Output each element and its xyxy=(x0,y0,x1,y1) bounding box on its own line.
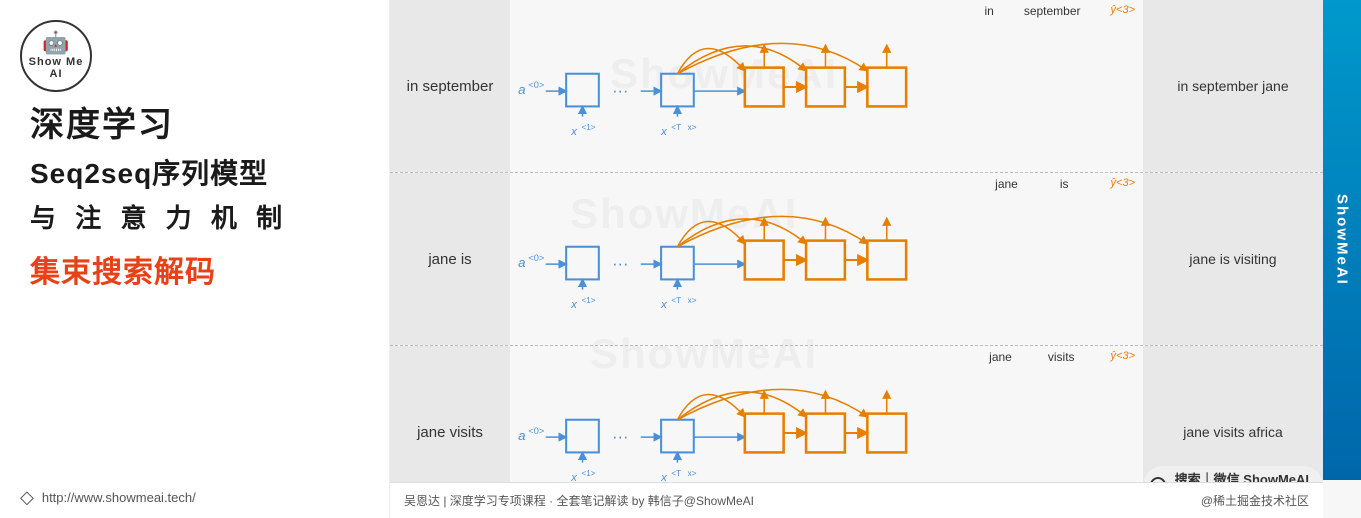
bottom-caption: 吴恩达 | 深度学习专项课程 · 全套笔记解读 by 韩信子@ShowMeAI xyxy=(404,492,754,509)
row2-svg: a <0> x <1> ··· x <T x> xyxy=(510,173,1143,345)
row1-output-label: in september jane xyxy=(1143,0,1323,172)
diagram-area: in september ŷ<3> in september a <0> xyxy=(390,0,1323,518)
svg-text:<0>: <0> xyxy=(528,253,544,263)
row1-top-labels: in september ŷ<3> xyxy=(984,4,1135,18)
row1-svg: a <0> x <1> ··· xyxy=(510,0,1143,172)
svg-text:x: x xyxy=(660,299,667,311)
logo-circle: 🤖 Show Me AI xyxy=(20,20,92,92)
svg-text:<0>: <0> xyxy=(528,426,544,436)
svg-text:···: ··· xyxy=(612,428,628,446)
bottom-right-text: @稀土掘金技术社区 xyxy=(1201,492,1309,509)
svg-text:<0>: <0> xyxy=(528,80,544,90)
row2-input-text: jane is xyxy=(428,251,471,268)
title-sub2: 与 注 意 力 机 制 xyxy=(30,198,288,235)
svg-text:<1>: <1> xyxy=(581,469,595,478)
svg-text:···: ··· xyxy=(612,255,628,273)
row1-word1: in xyxy=(984,4,993,18)
svg-text:<1>: <1> xyxy=(581,123,595,132)
row1-input-label: in september xyxy=(390,0,510,172)
logo-label: Show Me AI xyxy=(22,56,90,80)
bottom-bar: 吴恩达 | 深度学习专项课程 · 全套笔记解读 by 韩信子@ShowMeAI … xyxy=(390,482,1323,518)
svg-text:x: x xyxy=(570,126,577,138)
title-block: 深度学习 Seq2seq序列模型 与 注 意 力 机 制 集束搜索解码 xyxy=(20,97,369,291)
bottom-link[interactable]: ◇ http://www.showmeai.tech/ xyxy=(20,487,196,508)
row2-output-label: jane is visiting xyxy=(1143,173,1323,345)
link-icon: ◇ xyxy=(20,487,34,508)
svg-text:a: a xyxy=(518,428,525,443)
row1-yhat: ŷ<3> xyxy=(1111,4,1135,18)
row1-diagram: a <0> x <1> ··· xyxy=(510,0,1143,172)
row-1: in september ŷ<3> in september a <0> xyxy=(390,0,1323,173)
svg-text:<T: <T xyxy=(671,469,681,478)
svg-text:<T: <T xyxy=(671,296,681,305)
link-url: http://www.showmeai.tech/ xyxy=(42,490,196,505)
row3-output-text: jane visits africa xyxy=(1183,424,1283,440)
svg-text:x: x xyxy=(660,126,667,138)
svg-text:<T: <T xyxy=(671,123,681,132)
row3-word2: visits xyxy=(1048,350,1075,364)
row3-yhat: ŷ<3> xyxy=(1111,350,1135,364)
right-panel: ShowMeAI ShowMeAI ShowMeAI ShowMeAI in s… xyxy=(390,0,1361,518)
row-2: jane is ŷ<3> jane is a <0> x <1> ··· xyxy=(390,173,1323,346)
svg-text:<1>: <1> xyxy=(581,296,595,305)
svg-text:a: a xyxy=(518,82,525,97)
left-panel: 🤖 Show Me AI 深度学习 Seq2seq序列模型 与 注 意 力 机 … xyxy=(0,0,390,518)
row3-top-labels: jane visits ŷ<3> xyxy=(989,350,1135,364)
row1-output-text: in september jane xyxy=(1177,78,1288,94)
title-sub: Seq2seq序列模型 xyxy=(30,152,268,192)
title-main: 深度学习 xyxy=(30,97,174,146)
row2-diagram: a <0> x <1> ··· x <T x> xyxy=(510,173,1143,345)
row3-word1: jane xyxy=(989,350,1012,364)
svg-text:a: a xyxy=(518,255,525,270)
robot-icon: 🤖 xyxy=(42,32,69,54)
svg-text:x>: x> xyxy=(688,296,697,305)
svg-text:···: ··· xyxy=(612,82,628,100)
row1-word2: september xyxy=(1024,4,1081,18)
row2-word2: is xyxy=(1060,177,1069,191)
row2-yhat: ŷ<3> xyxy=(1111,177,1135,191)
svg-text:x: x xyxy=(570,299,577,311)
svg-text:x>: x> xyxy=(688,469,697,478)
row2-top-labels: jane is ŷ<3> xyxy=(995,177,1135,191)
row2-word1: jane xyxy=(995,177,1018,191)
logo-area: 🤖 Show Me AI xyxy=(20,20,92,92)
brand-right-text: ShowMeAI xyxy=(1334,194,1351,286)
row2-input-label: jane is xyxy=(390,173,510,345)
row2-output-text: jane is visiting xyxy=(1189,251,1276,267)
highlight-text: 集束搜索解码 xyxy=(30,247,216,291)
row3-input-text: jane visits xyxy=(417,424,483,441)
svg-text:x>: x> xyxy=(688,123,697,132)
row1-input-text: in september xyxy=(407,78,494,95)
brand-right-bar: ShowMeAI xyxy=(1323,0,1361,480)
